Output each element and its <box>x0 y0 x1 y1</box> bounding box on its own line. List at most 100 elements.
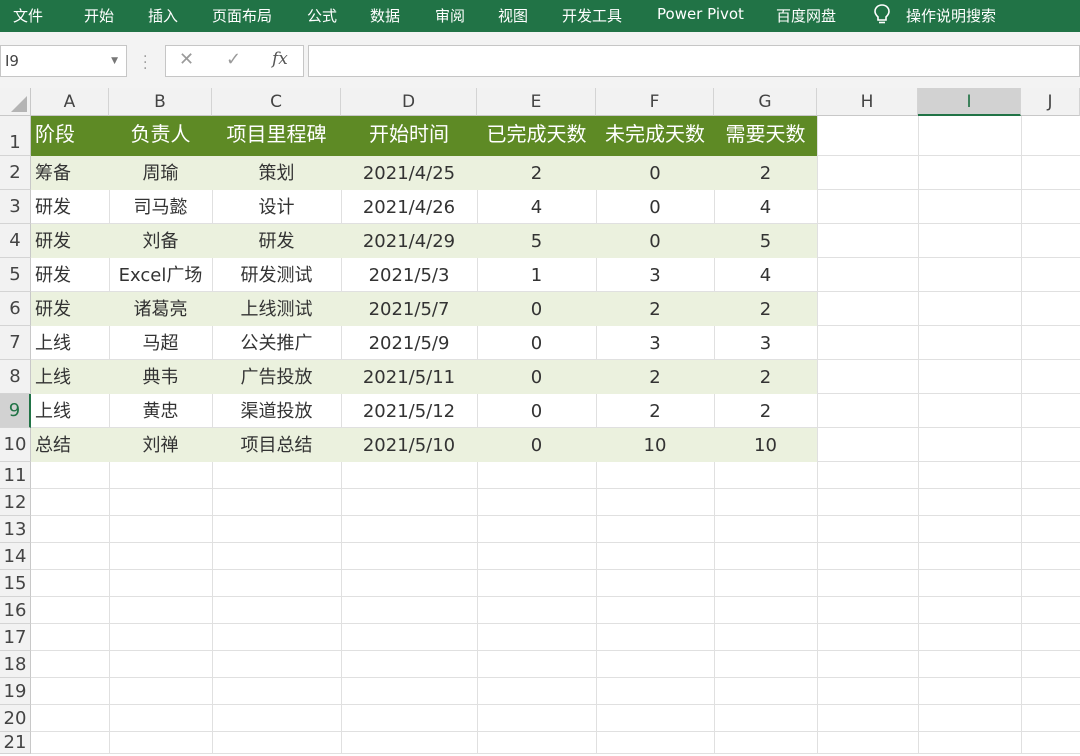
table-cell[interactable]: 0 <box>596 156 714 190</box>
table-cell[interactable]: 公关推广 <box>212 326 341 360</box>
table-cell[interactable]: 研发 <box>31 224 109 258</box>
table-cell[interactable]: 司马懿 <box>109 190 212 224</box>
table-cell[interactable]: 筹备 <box>31 156 109 190</box>
table-cell[interactable]: 10 <box>714 428 817 462</box>
table-cell[interactable]: 研发 <box>31 258 109 292</box>
table-cell[interactable]: 2 <box>596 394 714 428</box>
column-header-c[interactable]: C <box>212 88 341 116</box>
row-header-10[interactable]: 10 <box>0 428 31 462</box>
table-cell[interactable]: 刘禅 <box>109 428 212 462</box>
table-cell[interactable]: 0 <box>477 292 596 326</box>
table-cell[interactable]: 2021/4/26 <box>341 190 477 224</box>
column-header-b[interactable]: B <box>109 88 212 116</box>
row-header-14[interactable]: 14 <box>0 543 31 570</box>
table-cell[interactable]: 10 <box>596 428 714 462</box>
table-cell[interactable]: 0 <box>596 190 714 224</box>
tell-me-search[interactable]: 操作说明搜索 <box>906 5 996 26</box>
table-cell[interactable]: 2021/5/9 <box>341 326 477 360</box>
table-cell[interactable]: 0 <box>477 428 596 462</box>
table-cell[interactable]: 2 <box>477 156 596 190</box>
row-header-21[interactable]: 21 <box>0 732 31 754</box>
table-cell[interactable]: 2021/5/3 <box>341 258 477 292</box>
table-cell[interactable]: 4 <box>714 190 817 224</box>
formula-input[interactable] <box>308 45 1080 77</box>
row-header-12[interactable]: 12 <box>0 489 31 516</box>
column-header-e[interactable]: E <box>477 88 596 116</box>
cancel-icon[interactable]: ✕ <box>179 49 194 70</box>
column-title-cell[interactable]: 已完成天数 <box>477 116 596 156</box>
table-cell[interactable]: 上线 <box>31 360 109 394</box>
tab-data[interactable]: 数据 <box>370 5 400 26</box>
row-header-18[interactable]: 18 <box>0 651 31 678</box>
table-cell[interactable]: 5 <box>714 224 817 258</box>
select-all-button[interactable] <box>0 88 31 116</box>
table-cell[interactable]: 周瑜 <box>109 156 212 190</box>
table-cell[interactable]: 黄忠 <box>109 394 212 428</box>
column-title-cell[interactable]: 需要天数 <box>714 116 817 156</box>
table-cell[interactable]: 0 <box>596 224 714 258</box>
table-cell[interactable]: 广告投放 <box>212 360 341 394</box>
table-cell[interactable]: 诸葛亮 <box>109 292 212 326</box>
table-cell[interactable]: 3 <box>596 326 714 360</box>
name-box[interactable]: I9 ▼ <box>0 45 127 77</box>
column-title-cell[interactable]: 阶段 <box>31 116 109 156</box>
table-cell[interactable]: 上线 <box>31 326 109 360</box>
table-cell[interactable]: 3 <box>596 258 714 292</box>
table-cell[interactable]: 2 <box>714 156 817 190</box>
table-cell[interactable]: 渠道投放 <box>212 394 341 428</box>
lightbulb-icon[interactable] <box>873 3 891 27</box>
tab-review[interactable]: 审阅 <box>435 5 465 26</box>
table-cell[interactable]: 1 <box>477 258 596 292</box>
tab-formulas[interactable]: 公式 <box>307 5 337 26</box>
table-cell[interactable]: 2 <box>714 394 817 428</box>
row-header-19[interactable]: 19 <box>0 678 31 705</box>
tab-baidu-netdisk[interactable]: 百度网盘 <box>776 5 836 26</box>
row-header-13[interactable]: 13 <box>0 516 31 543</box>
tab-developer[interactable]: 开发工具 <box>562 5 622 26</box>
column-header-g[interactable]: G <box>714 88 817 116</box>
table-cell[interactable]: 2 <box>714 360 817 394</box>
table-cell[interactable]: 2 <box>596 292 714 326</box>
table-cell[interactable]: 2021/5/10 <box>341 428 477 462</box>
table-cell[interactable]: 0 <box>477 326 596 360</box>
row-header-9[interactable]: 9 <box>0 394 31 428</box>
table-cell[interactable]: 4 <box>714 258 817 292</box>
column-title-cell[interactable]: 开始时间 <box>341 116 477 156</box>
table-cell[interactable]: 2 <box>714 292 817 326</box>
table-cell[interactable]: 典韦 <box>109 360 212 394</box>
table-cell[interactable]: 2021/4/29 <box>341 224 477 258</box>
column-header-f[interactable]: F <box>596 88 714 116</box>
table-cell[interactable]: 策划 <box>212 156 341 190</box>
column-header-h[interactable]: H <box>817 88 918 116</box>
table-cell[interactable]: 2021/5/7 <box>341 292 477 326</box>
table-cell[interactable]: 3 <box>714 326 817 360</box>
insert-function-icon[interactable]: fx <box>272 49 288 69</box>
table-cell[interactable]: 4 <box>477 190 596 224</box>
tab-insert[interactable]: 插入 <box>148 5 178 26</box>
table-cell[interactable]: 上线 <box>31 394 109 428</box>
row-header-2[interactable]: 2 <box>0 156 31 190</box>
table-cell[interactable]: 总结 <box>31 428 109 462</box>
enter-icon[interactable]: ✓ <box>226 49 241 70</box>
row-header-4[interactable]: 4 <box>0 224 31 258</box>
tab-view[interactable]: 视图 <box>498 5 528 26</box>
table-cell[interactable]: 设计 <box>212 190 341 224</box>
column-header-j[interactable]: J <box>1021 88 1080 116</box>
row-header-5[interactable]: 5 <box>0 258 31 292</box>
row-header-11[interactable]: 11 <box>0 462 31 489</box>
tab-power-pivot[interactable]: Power Pivot <box>657 5 744 23</box>
table-cell[interactable]: 2 <box>596 360 714 394</box>
table-cell[interactable]: 研发 <box>31 292 109 326</box>
table-cell[interactable]: 0 <box>477 394 596 428</box>
row-header-8[interactable]: 8 <box>0 360 31 394</box>
table-cell[interactable]: 2021/4/25 <box>341 156 477 190</box>
tab-home[interactable]: 开始 <box>84 5 114 26</box>
chevron-down-icon[interactable]: ▼ <box>111 46 118 76</box>
table-cell[interactable]: 2021/5/12 <box>341 394 477 428</box>
tab-file[interactable]: 文件 <box>13 5 43 26</box>
row-header-17[interactable]: 17 <box>0 624 31 651</box>
drag-handle-icon[interactable]: · · · <box>143 50 147 76</box>
table-cell[interactable]: 研发 <box>212 224 341 258</box>
column-title-cell[interactable]: 负责人 <box>109 116 212 156</box>
row-header-1[interactable]: 1 <box>0 116 31 156</box>
